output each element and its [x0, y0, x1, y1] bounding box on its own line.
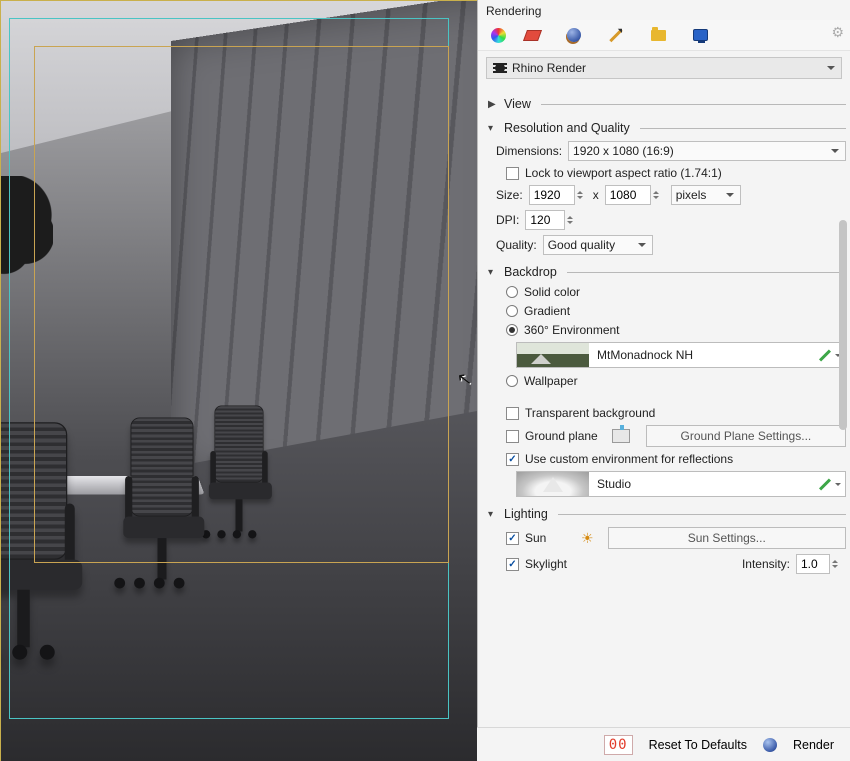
width-spinner[interactable]	[577, 185, 587, 205]
backdrop-solid-radio[interactable]	[506, 286, 518, 298]
refl-env-thumbnail	[517, 472, 589, 496]
cursor-icon: ↖	[456, 368, 474, 391]
chevron-right-icon: ▶	[488, 99, 498, 110]
sun-icon: ☀	[581, 530, 594, 547]
render-window-icon[interactable]	[684, 23, 716, 47]
dimensions-label: Dimensions:	[496, 144, 562, 158]
panel-footer: 00 Reset To Defaults Render	[477, 727, 850, 761]
render-button[interactable]: Render	[787, 734, 840, 756]
ground-plane-icon	[612, 429, 630, 443]
current-renderer-select[interactable]: Rhino Render	[486, 57, 842, 79]
quality-label: Quality:	[496, 238, 537, 252]
backdrop-env-slot[interactable]: MtMonadnock NH	[516, 342, 846, 368]
dpi-input[interactable]	[525, 210, 565, 230]
section-resq-header[interactable]: ▾ Resolution and Quality	[488, 121, 846, 135]
size-label: Size:	[496, 188, 523, 202]
size-height-input[interactable]	[605, 185, 651, 205]
pencil-icon[interactable]	[600, 23, 632, 47]
dpi-label: DPI:	[496, 213, 519, 227]
height-spinner[interactable]	[653, 185, 663, 205]
section-backdrop-header[interactable]: ▾ Backdrop	[488, 265, 846, 279]
backdrop-gradient-radio[interactable]	[506, 305, 518, 317]
panel-options-icon[interactable]: ⚙	[831, 24, 844, 41]
skylight-checkbox[interactable]	[506, 558, 519, 571]
renderer-name: Rhino Render	[512, 61, 586, 75]
viewport[interactable]: ↖	[0, 0, 477, 761]
custom-refl-checkbox[interactable]	[506, 453, 519, 466]
dimensions-select[interactable]: 1920 x 1080 (16:9)	[568, 141, 846, 161]
quality-select[interactable]: Good quality	[543, 235, 653, 255]
chevron-down-icon: ▾	[488, 509, 498, 520]
safe-frame-inner	[34, 46, 449, 563]
size-units-select[interactable]: pixels	[671, 185, 741, 205]
render-timer: 00	[604, 735, 633, 755]
intensity-input[interactable]	[796, 554, 830, 574]
reset-defaults-button[interactable]: Reset To Defaults	[643, 734, 753, 756]
lock-aspect-label: Lock to viewport aspect ratio (1.74:1)	[525, 166, 722, 180]
sun-checkbox[interactable]	[506, 532, 519, 545]
backdrop-env-radio[interactable]	[506, 324, 518, 336]
chevron-down-icon: ▾	[488, 123, 498, 134]
backdrop-wallpaper-radio[interactable]	[506, 375, 518, 387]
dpi-spinner[interactable]	[567, 210, 577, 230]
section-view-header[interactable]: ▶ View	[488, 97, 846, 111]
rendering-panel: Rendering ⚙ Rhino Render ▶ View ▾ Resolu…	[477, 0, 850, 761]
ground-plane-settings-button[interactable]: Ground Plane Settings...	[646, 425, 846, 447]
environment-icon[interactable]	[558, 23, 590, 47]
layers-icon[interactable]	[516, 23, 548, 47]
env-name: MtMonadnock NH	[597, 348, 693, 362]
materials-icon[interactable]	[482, 23, 514, 47]
sun-settings-button[interactable]: Sun Settings...	[608, 527, 846, 549]
env-thumbnail	[517, 343, 589, 367]
transparent-bg-checkbox[interactable]	[506, 407, 519, 420]
rhino-icon	[493, 62, 507, 74]
edit-env-icon[interactable]	[819, 349, 831, 361]
open-folder-icon[interactable]	[642, 23, 674, 47]
edit-refl-env-icon[interactable]	[819, 478, 831, 490]
render-icon	[763, 738, 777, 752]
chevron-down-icon	[827, 66, 835, 74]
panel-scrollbar[interactable]	[835, 80, 849, 721]
rendering-toolbar: ⚙	[478, 20, 850, 51]
section-lighting-header[interactable]: ▾ Lighting	[488, 507, 846, 521]
panel-title: Rendering	[478, 0, 850, 20]
reflection-env-slot[interactable]: Studio	[516, 471, 846, 497]
refl-env-name: Studio	[597, 477, 631, 491]
ground-plane-checkbox[interactable]	[506, 430, 519, 443]
size-width-input[interactable]	[529, 185, 575, 205]
chevron-down-icon: ▾	[488, 267, 498, 278]
lock-aspect-checkbox[interactable]	[506, 167, 519, 180]
intensity-label: Intensity:	[742, 557, 790, 571]
